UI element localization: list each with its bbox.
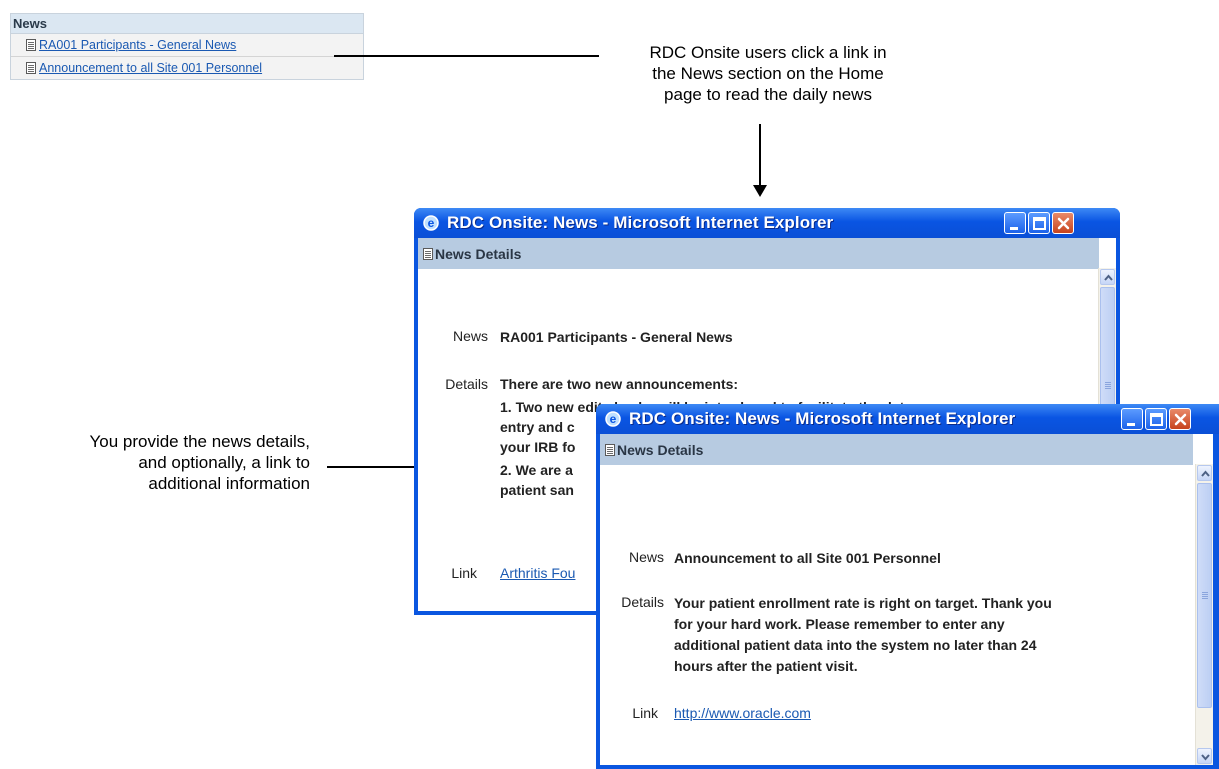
news-label: News [452, 328, 488, 344]
callout-connector [334, 55, 599, 57]
callout-left: You provide the news details, and option… [0, 431, 310, 494]
news-details-title: News Details [617, 441, 704, 458]
document-icon [26, 39, 36, 51]
minimize-icon [1127, 423, 1135, 426]
news-label: News [628, 549, 664, 565]
callout-top: RDC Onsite users click a link in the New… [578, 42, 958, 105]
scroll-up-button[interactable] [1197, 465, 1212, 481]
details-line: for your hard work. Please remember to e… [674, 616, 1005, 632]
scroll-grip [1202, 592, 1208, 593]
callout-line: the News section on the Home [652, 64, 884, 83]
scroll-grip [1105, 382, 1111, 383]
oracle-link[interactable]: http://www.oracle.com [674, 705, 811, 721]
ie-logo-icon: e [423, 215, 439, 231]
close-icon [1057, 217, 1070, 230]
details-line: 2. We are a [500, 462, 573, 478]
arthritis-foundation-link[interactable]: Arthritis Fou [500, 565, 575, 581]
ie-logo-icon: e [605, 411, 621, 427]
news-item-link[interactable]: RA001 Participants - General News [39, 38, 236, 52]
details-line: your IRB fo [500, 439, 576, 455]
news-value: Announcement to all Site 001 Personnel [674, 550, 941, 566]
details-line: entry and c [500, 419, 575, 435]
news-item[interactable]: Announcement to all Site 001 Personnel [11, 57, 363, 79]
news-panel-header: News [11, 14, 363, 34]
details-label: Details [445, 376, 488, 392]
minimize-button[interactable] [1121, 408, 1143, 430]
document-icon [26, 62, 36, 74]
document-icon [605, 443, 615, 456]
callout-line: page to read the daily news [664, 85, 872, 104]
maximize-icon [1033, 217, 1046, 230]
vertical-scrollbar[interactable] [1195, 464, 1213, 765]
callout-line: You provide the news details, [89, 432, 310, 451]
ie-window-2[interactable]: e RDC Onsite: News - Microsoft Internet … [596, 404, 1219, 769]
scroll-up-icon [1201, 470, 1210, 477]
news-panel: News RA001 Participants - General News A… [10, 13, 364, 80]
svg-text:e: e [610, 412, 617, 426]
callout-line: additional information [148, 474, 310, 493]
news-value: RA001 Participants - General News [500, 329, 733, 345]
maximize-icon [1150, 413, 1163, 426]
details-line: hours after the patient visit. [674, 658, 858, 674]
window-title: RDC Onsite: News - Microsoft Internet Ex… [447, 213, 834, 232]
link-label: Link [632, 705, 658, 721]
window-content: News Details News Announcement to all Si… [600, 434, 1213, 765]
news-details-header: News Details [600, 434, 1193, 465]
callout-connector [759, 124, 761, 188]
scroll-up-button[interactable] [1100, 269, 1115, 285]
arrow-down-icon [753, 185, 767, 197]
link-label: Link [451, 565, 477, 581]
news-details-header: News Details [418, 238, 1099, 269]
callout-line: RDC Onsite users click a link in [649, 43, 887, 62]
window-title: RDC Onsite: News - Microsoft Internet Ex… [629, 409, 1016, 428]
title-bar[interactable]: e RDC Onsite: News - Microsoft Internet … [414, 208, 1120, 238]
details-line: Your patient enrollment rate is right on… [674, 595, 1052, 611]
close-button[interactable] [1169, 408, 1191, 430]
details-line: patient san [500, 482, 574, 498]
details-line: There are two new announcements: [500, 376, 739, 392]
document-icon [423, 247, 433, 260]
details-label: Details [621, 594, 664, 610]
maximize-button[interactable] [1145, 408, 1167, 430]
news-item[interactable]: RA001 Participants - General News [11, 34, 363, 57]
scroll-thumb[interactable] [1197, 483, 1212, 708]
callout-line: and optionally, a link to [138, 453, 310, 472]
news-details-title: News Details [435, 245, 522, 262]
minimize-icon [1010, 227, 1018, 230]
news-item-link[interactable]: Announcement to all Site 001 Personnel [39, 61, 262, 75]
scroll-down-button[interactable] [1197, 748, 1212, 764]
minimize-button[interactable] [1004, 212, 1026, 234]
close-icon [1174, 413, 1187, 426]
close-button[interactable] [1052, 212, 1074, 234]
title-bar[interactable]: e RDC Onsite: News - Microsoft Internet … [596, 404, 1219, 434]
maximize-button[interactable] [1028, 212, 1050, 234]
scroll-up-icon [1104, 274, 1113, 281]
details-line: additional patient data into the system … [674, 637, 1037, 653]
scroll-down-icon [1201, 754, 1210, 761]
svg-text:e: e [428, 216, 435, 230]
